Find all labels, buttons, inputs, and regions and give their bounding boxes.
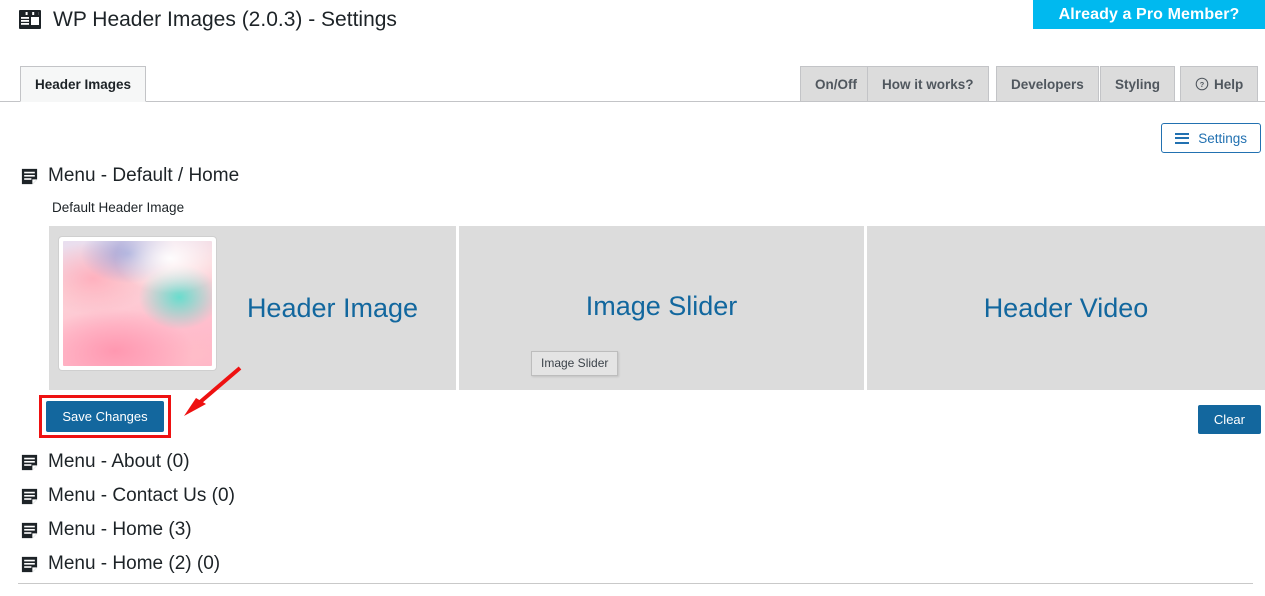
menu-section-heading[interactable]: Menu - Default / Home xyxy=(20,165,239,187)
tab-header-images[interactable]: Header Images xyxy=(20,66,147,102)
save-changes-button[interactable]: Save Changes xyxy=(46,401,164,432)
menu-list-item[interactable]: Menu - Contact Us (0) xyxy=(20,479,235,513)
panel-header-image[interactable]: Header Image xyxy=(49,226,456,390)
layout-grid-icon xyxy=(18,8,42,32)
panel-title: Header Video xyxy=(983,292,1149,323)
already-pro-member-banner[interactable]: Already a Pro Member? xyxy=(1033,0,1265,29)
settings-page: Already a Pro Member? WP Header Images (… xyxy=(0,0,1265,596)
menu-document-icon xyxy=(20,167,39,186)
tab-label: Header Images xyxy=(35,76,132,92)
page-title-row: WP Header Images (2.0.3) - Settings xyxy=(18,8,397,32)
menu-document-icon xyxy=(20,521,39,540)
menu-list-item[interactable]: Menu - Home (3) xyxy=(20,513,235,547)
menu-list-item-label: Menu - Contact Us (0) xyxy=(48,485,235,506)
save-changes-highlight: Save Changes xyxy=(39,395,171,438)
annotation-arrow xyxy=(184,366,242,416)
menu-document-icon xyxy=(20,555,39,574)
tab-label: On/Off xyxy=(815,76,857,92)
tab-label: How it works? xyxy=(882,76,974,92)
watercolor-header-thumbnail xyxy=(63,241,212,366)
question-circle-icon: ? xyxy=(1195,77,1209,91)
panel-image-slider[interactable]: Image Slider Image Slider xyxy=(459,226,864,390)
menu-list-item[interactable]: Menu - About (0) xyxy=(20,445,235,479)
header-image-thumbnail[interactable] xyxy=(59,237,216,370)
menu-list-item-label: Menu - Home (3) xyxy=(48,519,192,540)
default-header-image-label: Default Header Image xyxy=(52,200,185,215)
tab-label: Developers xyxy=(1011,76,1084,92)
tab-label: Styling xyxy=(1115,76,1161,92)
tab-how-it-works[interactable]: How it works? xyxy=(867,66,989,101)
tab-on-off[interactable]: On/Off xyxy=(800,66,872,101)
menu-document-icon xyxy=(20,487,39,506)
panel-title: Image Slider xyxy=(585,290,738,321)
tab-help[interactable]: ? Help xyxy=(1180,66,1259,101)
image-slider-tooltip: Image Slider xyxy=(531,351,619,376)
tab-developers[interactable]: Developers xyxy=(996,66,1099,101)
settings-button-label: Settings xyxy=(1198,130,1247,146)
menu-list-item-label: Menu - About (0) xyxy=(48,451,190,472)
menu-heading-label: Menu - Default / Home xyxy=(48,165,240,186)
panel-title: Header Image xyxy=(246,292,419,323)
menu-list-item[interactable]: Menu - Home (2) (0) xyxy=(20,547,235,581)
bottom-divider xyxy=(18,583,1253,584)
svg-text:?: ? xyxy=(1200,80,1205,89)
menu-list-item-label: Menu - Home (2) (0) xyxy=(48,553,221,574)
tab-label: Help xyxy=(1214,76,1244,92)
menu-list: Menu - About (0) Menu - Contact Us (0) M… xyxy=(20,445,235,581)
menu-document-icon xyxy=(20,453,39,472)
hamburger-icon xyxy=(1175,132,1190,144)
page-title: WP Header Images (2.0.3) - Settings xyxy=(53,8,397,31)
tab-styling[interactable]: Styling xyxy=(1100,66,1176,101)
settings-button[interactable]: Settings xyxy=(1161,123,1261,153)
clear-button[interactable]: Clear xyxy=(1197,405,1261,434)
panel-header-video[interactable]: Header Video xyxy=(867,226,1265,390)
tab-bar: Header Images On/Off How it works? Devel… xyxy=(0,66,1265,102)
